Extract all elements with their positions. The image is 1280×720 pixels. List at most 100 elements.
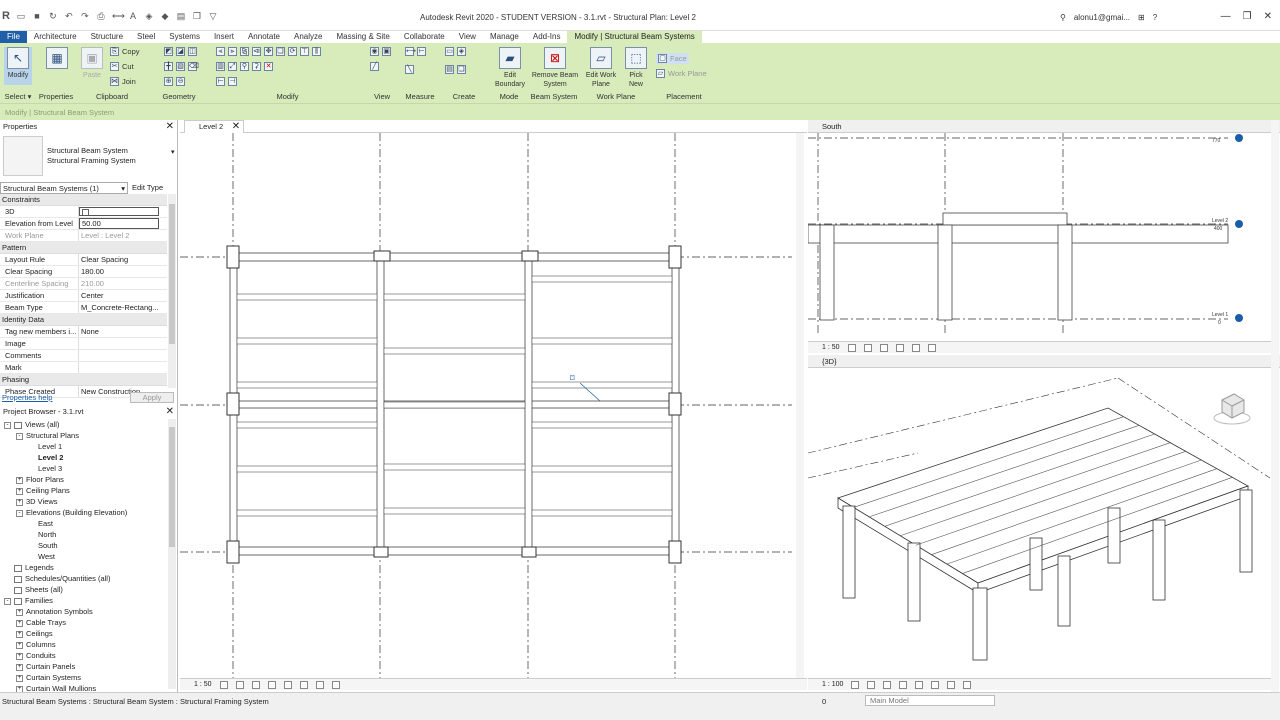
- filter-icon[interactable]: ▽: [208, 11, 218, 21]
- property-value[interactable]: M_Concrete-Rectang...: [79, 302, 167, 313]
- browser-item[interactable]: + Annotation Symbols: [0, 606, 167, 617]
- measure-icon[interactable]: ⟷: [112, 11, 125, 21]
- browser-item[interactable]: - Views (all): [0, 419, 167, 430]
- property-value[interactable]: 180.00: [79, 266, 167, 277]
- extend-icon[interactable]: ⊣: [228, 77, 237, 86]
- browser-item[interactable]: + Floor Plans: [0, 474, 167, 485]
- close-icon[interactable]: ✕: [1264, 11, 1272, 22]
- browser-item[interactable]: - Families: [0, 595, 167, 606]
- browser-item[interactable]: + Ceilings: [0, 628, 167, 639]
- tab-view[interactable]: View: [452, 31, 483, 43]
- thin-lines-icon[interactable]: ▤: [176, 11, 186, 21]
- binoculars-icon[interactable]: ⚲: [1060, 13, 1066, 22]
- tab-massing-site[interactable]: Massing & Site: [329, 31, 396, 43]
- restore-icon[interactable]: ❐: [1243, 11, 1252, 22]
- unpin-icon[interactable]: ⚳: [252, 62, 261, 71]
- text-icon[interactable]: A: [128, 11, 138, 21]
- cut-button[interactable]: ✂ Cut: [110, 62, 134, 71]
- copy-button[interactable]: ⎘ Copy: [110, 47, 140, 56]
- browser-item[interactable]: + Conduits: [0, 650, 167, 661]
- tab-insert[interactable]: Insert: [207, 31, 241, 43]
- browser-item[interactable]: + Curtain Systems: [0, 672, 167, 683]
- user-name[interactable]: alonu1@gmai...: [1074, 13, 1130, 22]
- browser-item[interactable]: + Columns: [0, 639, 167, 650]
- save-icon[interactable]: ■: [32, 11, 42, 21]
- select-panel-label[interactable]: Select ▾: [0, 92, 36, 101]
- browser-item[interactable]: Level 2: [0, 452, 167, 463]
- tab-structure[interactable]: Structure: [84, 31, 130, 43]
- detail-level-icon[interactable]: [219, 680, 228, 689]
- joist[interactable]: [236, 465, 378, 473]
- group-phasing[interactable]: Phasing: [0, 374, 167, 386]
- face-button[interactable]: ▢ Face: [656, 53, 689, 64]
- joist[interactable]: [383, 401, 526, 409]
- tab-collaborate[interactable]: Collaborate: [397, 31, 452, 43]
- measure-distance-icon[interactable]: ⟷: [405, 47, 416, 56]
- expand-icon[interactable]: +: [16, 641, 23, 649]
- joist[interactable]: [236, 337, 378, 345]
- tab-modify-structural-beam-systems[interactable]: Modify | Structural Beam Systems: [567, 31, 702, 43]
- joist[interactable]: [383, 347, 526, 355]
- 3d-checkbox[interactable]: [82, 209, 89, 215]
- joist[interactable]: [383, 293, 526, 301]
- browser-item[interactable]: + Ceiling Plans: [0, 485, 167, 496]
- property-value[interactable]: Level : Level 2: [79, 230, 167, 241]
- south-view-canvas[interactable]: 770 Level 2 400 Level 1 0: [808, 133, 1272, 340]
- collapse-icon[interactable]: -: [16, 509, 23, 517]
- lock-view-icon[interactable]: [931, 680, 940, 689]
- 3d-view-canvas[interactable]: [808, 368, 1272, 678]
- browser-item[interactable]: +3D Views: [0, 496, 167, 507]
- create-group-icon[interactable]: ▤: [445, 65, 454, 74]
- expand-icon[interactable]: +: [16, 630, 23, 638]
- joist[interactable]: [531, 421, 673, 429]
- join-button[interactable]: ⋈ Join: [110, 77, 136, 86]
- sun-path-icon[interactable]: [879, 343, 888, 352]
- array-icon[interactable]: ▥: [216, 62, 225, 71]
- split-icon[interactable]: ⫼: [312, 47, 321, 56]
- 3d-view-header[interactable]: {3D}: [808, 355, 1280, 368]
- shadows-icon[interactable]: [895, 343, 904, 352]
- cart-icon[interactable]: ⊞: [1138, 13, 1145, 22]
- crop-icon[interactable]: [283, 680, 292, 689]
- reveal-hidden-icon[interactable]: [331, 680, 340, 689]
- browser-scrollbar[interactable]: [168, 419, 176, 689]
- tab-manage[interactable]: Manage: [483, 31, 526, 43]
- property-value[interactable]: [79, 350, 167, 361]
- close-icon[interactable]: ✕: [166, 120, 174, 134]
- hide-icon[interactable]: ◉: [370, 47, 379, 56]
- property-value[interactable]: Clear Spacing: [79, 254, 167, 265]
- tab-steel[interactable]: Steel: [130, 31, 162, 43]
- right-scrollbar[interactable]: [1271, 120, 1279, 692]
- tab-architecture[interactable]: Architecture: [27, 31, 84, 43]
- visual-style-icon[interactable]: [863, 343, 872, 352]
- browser-item[interactable]: East: [0, 518, 167, 529]
- property-value[interactable]: 50.00: [79, 218, 159, 229]
- align-icon[interactable]: ⫷: [216, 47, 225, 56]
- main-model-select[interactable]: Main Model: [865, 695, 995, 706]
- joist[interactable]: [236, 421, 378, 429]
- edit-type-button[interactable]: Edit Type: [132, 183, 163, 192]
- expand-icon[interactable]: +: [16, 608, 23, 616]
- create-parts-icon[interactable]: ◈: [457, 47, 466, 56]
- split-face-icon[interactable]: ◫: [188, 47, 197, 56]
- copy-element-icon[interactable]: ❏: [276, 47, 285, 56]
- paint-icon[interactable]: ▧: [176, 62, 185, 71]
- sync-icon[interactable]: ↻: [48, 11, 58, 21]
- collapse-icon[interactable]: -: [16, 432, 23, 440]
- visual-style-icon[interactable]: [235, 680, 244, 689]
- apply-button[interactable]: Apply: [130, 392, 174, 403]
- tab-analyze[interactable]: Analyze: [287, 31, 329, 43]
- remove-beam-system-button[interactable]: ⊠ Remove Beam System: [531, 47, 579, 89]
- hide-crop-icon[interactable]: [299, 680, 308, 689]
- browser-item[interactable]: - Structural Plans: [0, 430, 167, 441]
- expand-icon[interactable]: +: [16, 652, 23, 660]
- render-icon[interactable]: [915, 680, 924, 689]
- browser-item[interactable]: West: [0, 551, 167, 562]
- paste-button[interactable]: ▣ Paste: [80, 47, 104, 80]
- temp-hide-icon[interactable]: [963, 680, 972, 689]
- group-pattern[interactable]: Pattern: [0, 242, 167, 254]
- redo-icon[interactable]: ↷: [80, 11, 90, 21]
- group-constraints[interactable]: Constraints: [0, 194, 167, 206]
- offset-icon[interactable]: ⫸: [228, 47, 237, 56]
- tab-annotate[interactable]: Annotate: [241, 31, 287, 43]
